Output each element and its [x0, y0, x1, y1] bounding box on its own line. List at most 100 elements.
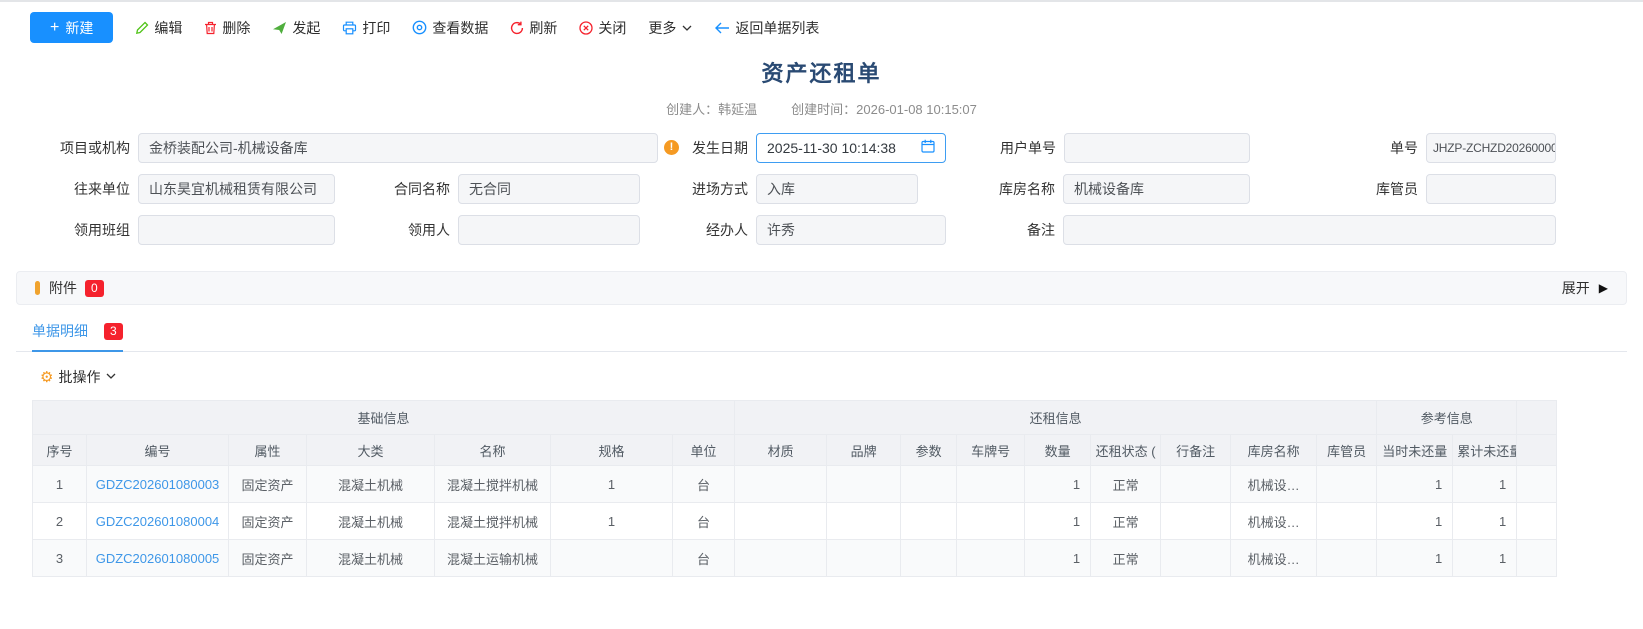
- column-header: 行备注: [1161, 435, 1231, 466]
- column-header: 数量: [1025, 435, 1091, 466]
- delete-button[interactable]: 删除: [204, 18, 250, 38]
- cell: 混凝土运输机械: [435, 540, 551, 577]
- cell: 混凝土机械: [307, 503, 435, 540]
- doc-no-field: JHZP-ZCHZD20260000001: [1426, 133, 1556, 163]
- cell: 混凝土搅拌机械: [435, 466, 551, 503]
- warehouse-label: 库房名称: [955, 174, 1055, 204]
- warehouse-keeper-field: [1426, 174, 1556, 204]
- cell: 1: [1377, 503, 1453, 540]
- view-data-button[interactable]: 查看数据: [412, 18, 488, 38]
- calendar-icon[interactable]: [921, 134, 935, 162]
- detail-tabs: 单据明细 3: [16, 320, 1627, 352]
- warehouse-keeper-label: 库管员: [1318, 174, 1418, 204]
- table-row: 1GDZC202601080003固定资产混凝土机械混凝土搅拌机械1台1正常机械…: [33, 466, 1557, 503]
- column-group-header: 还租信息: [735, 401, 1377, 435]
- cell: [735, 503, 827, 540]
- column-header: 库房名称: [1231, 435, 1317, 466]
- column-header: 属性: [229, 435, 307, 466]
- new-button[interactable]: +新建: [30, 12, 113, 43]
- cell: 1: [551, 503, 673, 540]
- cell: GDZC202601080004: [87, 503, 229, 540]
- close-circle-icon: [579, 21, 593, 35]
- cell: 2: [33, 503, 87, 540]
- entry-mode-label: 进场方式: [648, 174, 748, 204]
- detail-table: 基础信息还租信息参考信息序号编号属性大类名称规格单位材质品牌参数车牌号数量还租状…: [32, 400, 1557, 577]
- tab-detail[interactable]: 单据明细 3: [32, 321, 123, 352]
- cell: 1: [33, 466, 87, 503]
- cell: GDZC202601080005: [87, 540, 229, 577]
- cell: 台: [673, 503, 735, 540]
- handler-field: 许秀: [756, 215, 946, 245]
- created-time-label: 创建时间：: [791, 102, 856, 117]
- attachments-count-badge: 0: [85, 280, 104, 297]
- requisition-team-field: [138, 215, 335, 245]
- print-button[interactable]: 打印: [342, 18, 390, 38]
- asset-code-link[interactable]: GDZC202601080004: [96, 514, 220, 529]
- doc-no-label: 单号: [1318, 133, 1418, 163]
- user-order-no-field: [1064, 133, 1250, 163]
- asset-code-link[interactable]: GDZC202601080005: [96, 551, 220, 566]
- occur-date-field[interactable]: 2025-11-30 10:14:38: [756, 133, 946, 163]
- cell: 机械设…: [1231, 540, 1317, 577]
- close-button[interactable]: 关闭: [579, 18, 626, 38]
- column-header: 品牌: [827, 435, 901, 466]
- cell: [901, 503, 957, 540]
- cell: [957, 540, 1025, 577]
- cell: [1317, 540, 1377, 577]
- column-header: 还租状态 (: [1091, 435, 1161, 466]
- launch-button[interactable]: 发起: [272, 18, 320, 38]
- cell: 1: [1377, 466, 1453, 503]
- cell: [827, 466, 901, 503]
- cell: [735, 466, 827, 503]
- back-to-list-button[interactable]: 返回单据列表: [715, 18, 819, 38]
- column-group-header: [1517, 401, 1557, 435]
- cell: 1: [1453, 466, 1517, 503]
- cell: 混凝土机械: [307, 540, 435, 577]
- batch-operations-button[interactable]: ⚙ 批操作: [40, 367, 117, 387]
- column-header: 规格: [551, 435, 673, 466]
- more-button[interactable]: 更多: [648, 18, 693, 38]
- column-header: 车牌号: [957, 435, 1025, 466]
- cell: [1517, 503, 1557, 540]
- detail-table-wrap: 基础信息还租信息参考信息序号编号属性大类名称规格单位材质品牌参数车牌号数量还租状…: [32, 400, 1556, 577]
- counterparty-field: 山东昊宜机械租赁有限公司: [138, 174, 335, 204]
- handler-label: 经办人: [648, 215, 748, 245]
- refresh-icon: [510, 21, 524, 35]
- user-order-no-label: 用户单号: [956, 133, 1056, 163]
- column-group-header: 参考信息: [1377, 401, 1517, 435]
- cell: 1: [1025, 466, 1091, 503]
- cell: [1317, 503, 1377, 540]
- remark-label: 备注: [955, 215, 1055, 245]
- created-time-value: 2026-01-08 10:15:07: [856, 102, 977, 117]
- contract-label: 合同名称: [350, 174, 450, 204]
- cell: [901, 466, 957, 503]
- cell: 台: [673, 466, 735, 503]
- plus-icon: +: [50, 20, 59, 36]
- cell: 固定资产: [229, 466, 307, 503]
- column-header: 当时未还量: [1377, 435, 1453, 466]
- requisition-team-label: 领用班组: [18, 215, 130, 245]
- column-header: 序号: [33, 435, 87, 466]
- cell: [1317, 466, 1377, 503]
- requisition-person-label: 领用人: [350, 215, 450, 245]
- column-header: 名称: [435, 435, 551, 466]
- chevron-down-icon: [681, 22, 693, 34]
- expand-button[interactable]: 展开 ▶: [1562, 278, 1608, 298]
- column-group-header: 基础信息: [33, 401, 735, 435]
- entry-mode-field: 入库: [756, 174, 918, 204]
- project-label: 项目或机构: [18, 133, 130, 163]
- edit-button[interactable]: 编辑: [135, 18, 182, 38]
- asset-code-link[interactable]: GDZC202601080003: [96, 477, 220, 492]
- cell: [735, 540, 827, 577]
- cell: 3: [33, 540, 87, 577]
- cell: 正常: [1091, 540, 1161, 577]
- creator-value: 韩延温: [718, 102, 757, 117]
- column-header: 库管员: [1317, 435, 1377, 466]
- refresh-button[interactable]: 刷新: [510, 18, 557, 38]
- cell: 台: [673, 540, 735, 577]
- toolbar: +新建 编辑 删除 发起 打印 查看数据 刷新 关闭 更多 返回单据列表: [0, 2, 1643, 46]
- cell: [957, 466, 1025, 503]
- printer-icon: [342, 21, 357, 35]
- page-title: 资产还租单: [0, 56, 1643, 88]
- cell: 机械设…: [1231, 466, 1317, 503]
